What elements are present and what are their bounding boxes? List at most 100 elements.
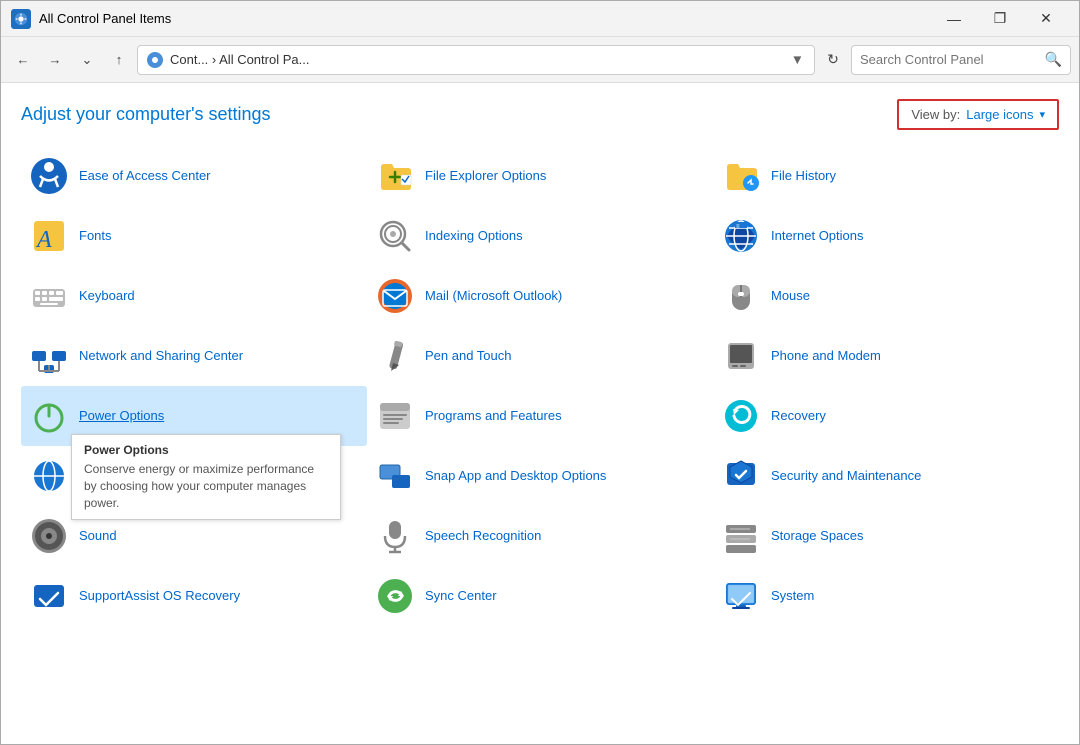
cp-item-mail[interactable]: Mail (Microsoft Outlook) (367, 266, 713, 326)
storage-icon (721, 516, 761, 556)
cp-item-region[interactable]: Region (21, 446, 367, 506)
cp-item-phone[interactable]: Phone and Modem (713, 326, 1059, 386)
search-box: 🔍 (851, 45, 1071, 75)
internet-label: Internet Options (771, 228, 864, 245)
cp-item-sound[interactable]: Sound (21, 506, 367, 566)
sound-label: Sound (79, 528, 117, 545)
mail-icon (375, 276, 415, 316)
cp-item-fonts[interactable]: A Fonts (21, 206, 367, 266)
main-panel: Adjust your computer's settings View by:… (1, 83, 1079, 744)
cp-item-power[interactable]: Power Options Power Options Conserve ene… (21, 386, 367, 446)
internet-icon: ≡ (721, 216, 761, 256)
file-explorer-icon (375, 156, 415, 196)
file-history-icon (721, 156, 761, 196)
supportassist-label: SupportAssist OS Recovery (79, 588, 240, 605)
view-by-label: View by: (911, 107, 960, 122)
app-desktop-icon (375, 456, 415, 496)
refresh-button[interactable]: ↻ (819, 46, 847, 74)
content-area: Adjust your computer's settings View by:… (1, 83, 1079, 744)
address-dropdown-button[interactable]: ▼ (789, 50, 806, 69)
mail-label: Mail (Microsoft Outlook) (425, 288, 562, 305)
programs-icon (375, 396, 415, 436)
header-row: Adjust your computer's settings View by:… (21, 99, 1059, 130)
search-input[interactable] (860, 52, 1045, 67)
file-history-label: File History (771, 168, 836, 185)
security-label: Security and Maintenance (771, 468, 921, 485)
network-icon (29, 336, 69, 376)
cp-item-recovery[interactable]: Recovery (713, 386, 1059, 446)
cp-item-file-history[interactable]: File History (713, 146, 1059, 206)
cp-item-system[interactable]: System (713, 566, 1059, 626)
title-bar: All Control Panel Items — ❐ ✕ (1, 1, 1079, 37)
sync-icon (375, 576, 415, 616)
address-box: Cont... › All Control Pa... ▼ (137, 45, 815, 75)
region-label: Region (79, 468, 120, 485)
indexing-label: Indexing Options (425, 228, 523, 245)
storage-label: Storage Spaces (771, 528, 864, 545)
file-explorer-label: File Explorer Options (425, 168, 546, 185)
mouse-icon (721, 276, 761, 316)
maximize-button[interactable]: ❐ (977, 1, 1023, 37)
address-path: Cont... › All Control Pa... (170, 52, 783, 67)
control-panel-window: All Control Panel Items — ❐ ✕ ← → ⌄ ↑ Co… (0, 0, 1080, 745)
cp-item-programs[interactable]: Programs and Features (367, 386, 713, 446)
window-controls: — ❐ ✕ (931, 1, 1069, 37)
svg-text:A: A (35, 227, 52, 253)
search-icon: 🔍 (1045, 51, 1062, 68)
keyboard-icon (29, 276, 69, 316)
ease-of-access-icon (29, 156, 69, 196)
pen-label: Pen and Touch (425, 348, 512, 365)
network-label: Network and Sharing Center (79, 348, 243, 365)
minimize-button[interactable]: — (931, 1, 977, 37)
address-icon (146, 51, 164, 69)
recent-locations-button[interactable]: ⌄ (73, 46, 101, 74)
supportassist-icon (29, 576, 69, 616)
recovery-label: Recovery (771, 408, 826, 425)
system-label: System (771, 588, 814, 605)
power-icon (29, 396, 69, 436)
fonts-label: Fonts (79, 228, 112, 245)
system-icon (721, 576, 761, 616)
app-icon (11, 9, 31, 29)
pen-icon (375, 336, 415, 376)
up-button[interactable]: ↑ (105, 46, 133, 74)
cp-item-security[interactable]: Security and Maintenance (713, 446, 1059, 506)
cp-item-storage[interactable]: Storage Spaces (713, 506, 1059, 566)
cp-item-ease-of-access[interactable]: Ease of Access Center (21, 146, 367, 206)
power-label: Power Options (79, 408, 164, 425)
window-title: All Control Panel Items (39, 11, 931, 26)
programs-label: Programs and Features (425, 408, 562, 425)
security-icon (721, 456, 761, 496)
mouse-label: Mouse (771, 288, 810, 305)
sync-label: Sync Center (425, 588, 497, 605)
page-subtitle: Adjust your computer's settings (21, 104, 271, 125)
cp-item-mouse[interactable]: Mouse (713, 266, 1059, 326)
control-panel-grid: Ease of Access Center File Explorer Opti… (21, 146, 1059, 626)
view-by-value[interactable]: Large icons (966, 107, 1033, 122)
forward-button[interactable]: → (41, 46, 69, 74)
cp-item-speech[interactable]: Speech Recognition (367, 506, 713, 566)
speech-label: Speech Recognition (425, 528, 541, 545)
cp-item-keyboard[interactable]: Keyboard (21, 266, 367, 326)
cp-item-file-explorer[interactable]: File Explorer Options (367, 146, 713, 206)
view-by-arrow-icon: ▾ (1039, 108, 1045, 121)
speech-icon (375, 516, 415, 556)
ease-of-access-label: Ease of Access Center (79, 168, 211, 185)
cp-item-network[interactable]: Network and Sharing Center (21, 326, 367, 386)
phone-icon (721, 336, 761, 376)
back-button[interactable]: ← (9, 46, 37, 74)
cp-item-indexing[interactable]: Indexing Options (367, 206, 713, 266)
app-desktop-label: Snap App and Desktop Options (425, 468, 606, 485)
view-by-selector[interactable]: View by: Large icons ▾ (897, 99, 1059, 130)
cp-item-internet[interactable]: ≡ Internet Options (713, 206, 1059, 266)
cp-item-sync[interactable]: Sync Center (367, 566, 713, 626)
cp-item-supportassist[interactable]: SupportAssist OS Recovery (21, 566, 367, 626)
indexing-icon (375, 216, 415, 256)
cp-item-pen[interactable]: Pen and Touch (367, 326, 713, 386)
cp-item-app-desktop[interactable]: Snap App and Desktop Options (367, 446, 713, 506)
phone-label: Phone and Modem (771, 348, 881, 365)
fonts-icon: A (29, 216, 69, 256)
recovery-icon (721, 396, 761, 436)
region-icon (29, 456, 69, 496)
close-button[interactable]: ✕ (1023, 1, 1069, 37)
